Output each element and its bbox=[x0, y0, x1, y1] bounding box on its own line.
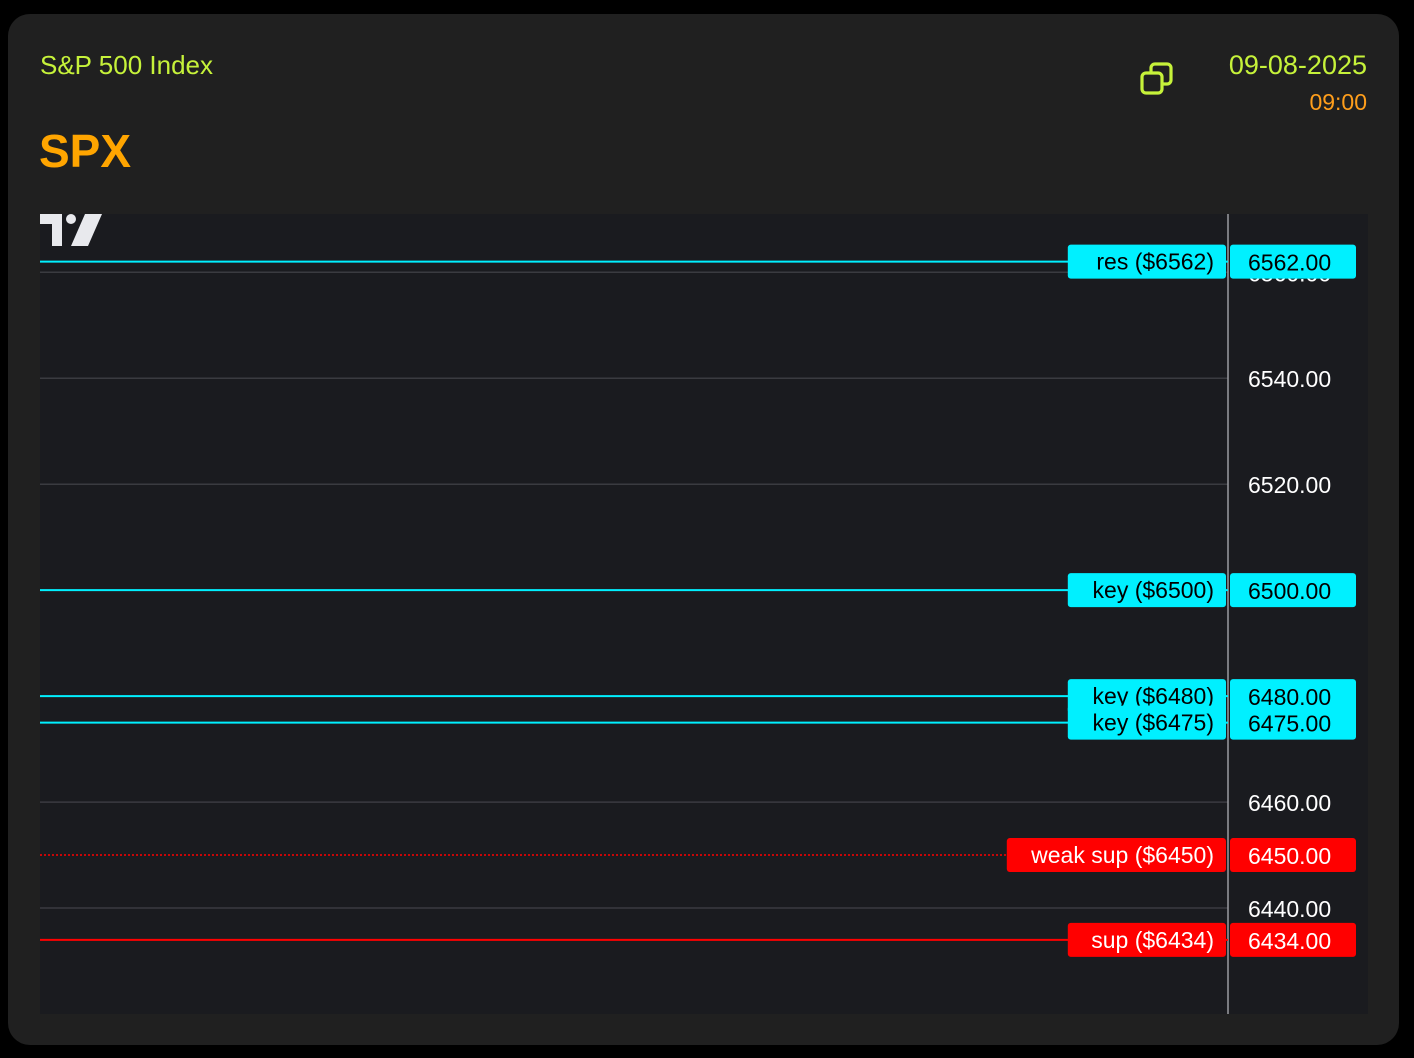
price-chart-canvas[interactable]: 6560.006540.006520.006500.006480.006460.… bbox=[40, 214, 1368, 1014]
index-name: S&P 500 Index bbox=[40, 50, 213, 80]
level-price-label: 6475.00 bbox=[1248, 711, 1331, 737]
y-tick-label: 6520.00 bbox=[1248, 472, 1331, 498]
y-tick-label: 6440.00 bbox=[1248, 896, 1331, 922]
tradingview-logo-icon bbox=[40, 214, 102, 246]
chart-date: 09-08-2025 bbox=[1228, 50, 1367, 80]
level-label: sup ($6434) bbox=[1091, 927, 1214, 953]
level-price-label: 6434.00 bbox=[1248, 928, 1331, 954]
level-label: key ($6475) bbox=[1093, 710, 1214, 736]
y-tick-label: 6540.00 bbox=[1248, 366, 1331, 392]
level-price-label: 6450.00 bbox=[1248, 843, 1331, 869]
level-label: key ($6480) bbox=[1093, 683, 1214, 709]
chart-time: 09:00 bbox=[1309, 89, 1367, 115]
copy-icon[interactable] bbox=[1138, 60, 1176, 98]
y-tick-label: 6460.00 bbox=[1248, 790, 1331, 816]
level-price-label: 6562.00 bbox=[1248, 250, 1331, 276]
ticker-symbol: SPX bbox=[39, 125, 132, 177]
level-label: res ($6562) bbox=[1096, 249, 1214, 275]
level-label: key ($6500) bbox=[1093, 577, 1214, 603]
level-price-label: 6500.00 bbox=[1248, 578, 1331, 604]
level-label: weak sup ($6450) bbox=[1030, 842, 1214, 868]
price-chart[interactable]: 6560.006540.006520.006500.006480.006460.… bbox=[40, 214, 1368, 1014]
